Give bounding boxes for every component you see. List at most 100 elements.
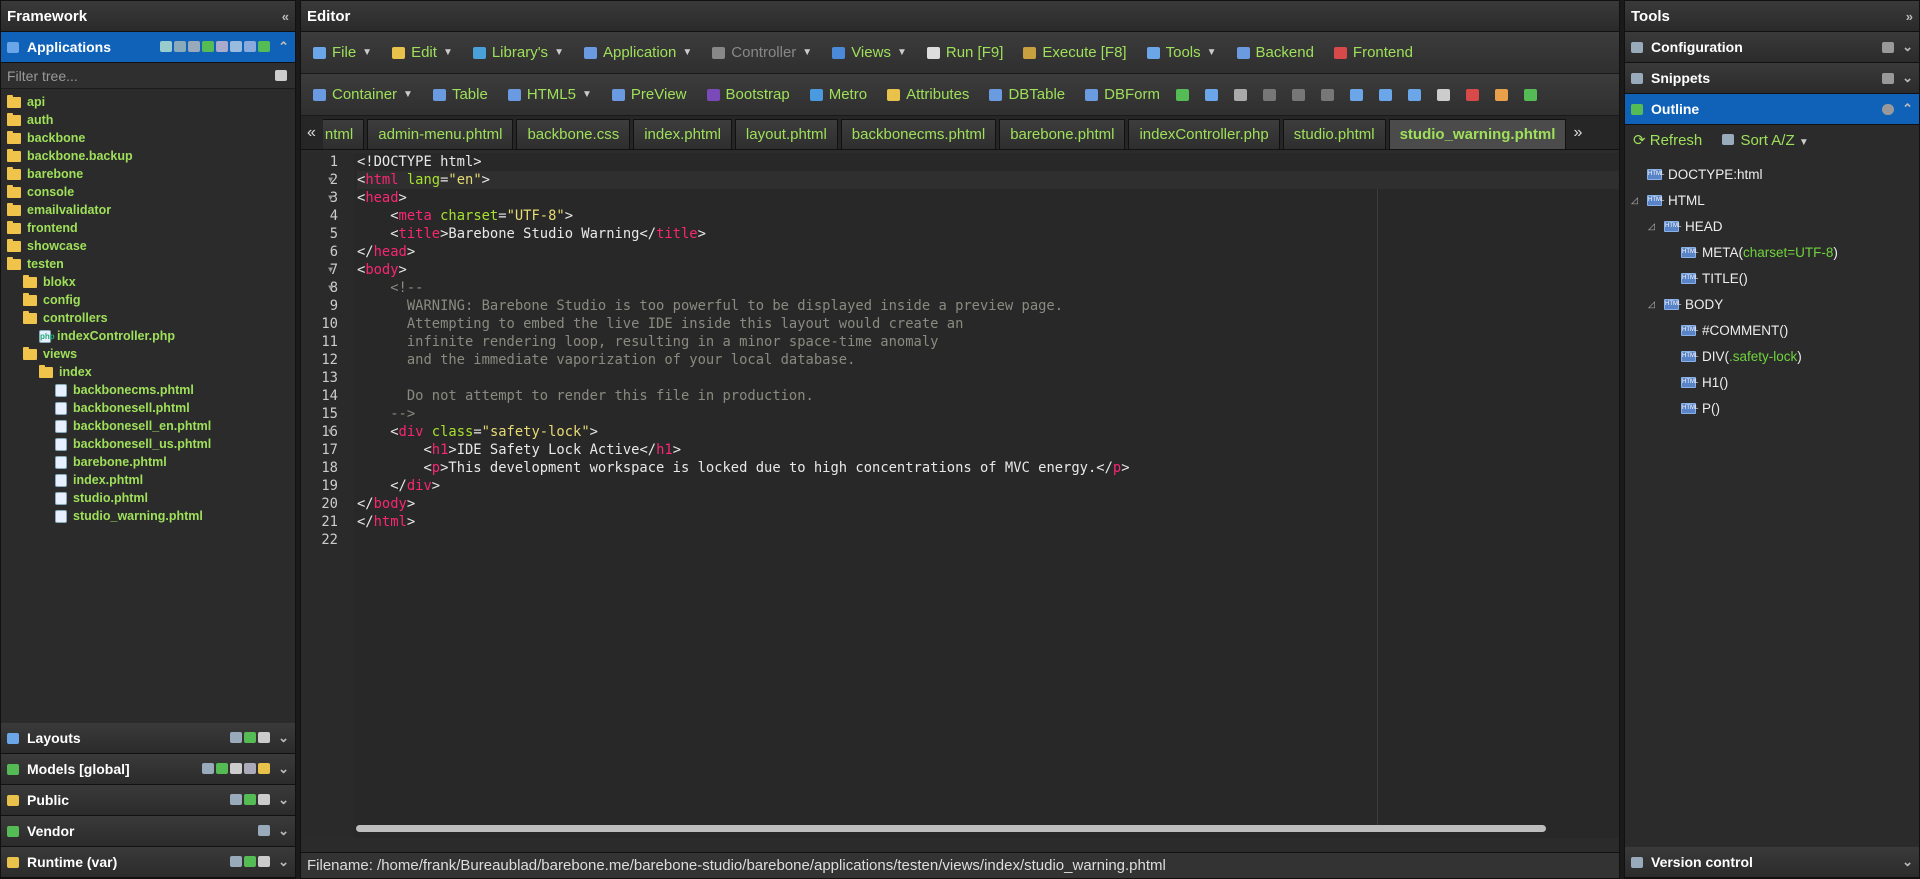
menu-tools[interactable]: Tools ▼ xyxy=(1146,44,1217,61)
tree-item[interactable]: index.phtml xyxy=(1,471,295,489)
code-line[interactable]: <div class="safety-lock"> xyxy=(357,423,1619,441)
menu-library-s[interactable]: Library's ▼ xyxy=(472,44,564,61)
tree-item[interactable]: studio_warning.phtml xyxy=(1,507,295,525)
tab-indexcontroller-php[interactable]: indexController.php xyxy=(1128,119,1280,149)
code-line[interactable]: <!-- xyxy=(357,279,1619,297)
menu-preview[interactable]: PreView xyxy=(611,86,687,103)
ordered-list-icon[interactable] xyxy=(1378,88,1392,101)
tree-item[interactable]: barebone xyxy=(1,165,295,183)
unordered-list-icon[interactable] xyxy=(1349,88,1363,101)
section-toolbar-icons[interactable] xyxy=(230,730,272,746)
tree-item[interactable]: console xyxy=(1,183,295,201)
code-lines[interactable]: <!DOCTYPE html> <html lang="en"> <head> <m… xyxy=(357,153,1619,549)
code-line[interactable]: </head> xyxy=(357,243,1619,261)
tree-item[interactable]: testen xyxy=(1,255,295,273)
code-line[interactable]: <body> xyxy=(357,261,1619,279)
tab-layout-phtml[interactable]: layout.phtml xyxy=(734,119,838,149)
code-line[interactable]: <html lang="en"> xyxy=(357,171,1619,189)
applications-toolbar-icons[interactable] xyxy=(160,39,272,55)
version-control-section-header[interactable]: Version control ⌄ xyxy=(1625,847,1919,878)
chevron-down-icon[interactable]: ⌄ xyxy=(278,823,289,839)
refresh-button[interactable]: ⟳ Refresh xyxy=(1633,131,1702,149)
section-header-layouts[interactable]: Layouts ⌄ xyxy=(1,723,295,754)
tree-item[interactable]: frontend xyxy=(1,219,295,237)
chevron-down-icon[interactable]: ⌄ xyxy=(278,730,289,746)
menu-container[interactable]: Container ▼ xyxy=(313,86,413,103)
menu-dbform[interactable]: DBForm xyxy=(1085,86,1160,103)
menu-metro[interactable]: Metro xyxy=(809,86,867,103)
tab-ntml[interactable]: ntml xyxy=(322,119,365,149)
menu-execute-f8[interactable]: Execute [F8] xyxy=(1023,44,1127,61)
tree-item[interactable]: views xyxy=(1,345,295,363)
fold-toggle-icon[interactable]: ▼ xyxy=(328,423,333,441)
code-line[interactable]: <!DOCTYPE html> xyxy=(357,153,1619,171)
code-line[interactable]: </html> xyxy=(357,513,1619,531)
code-line[interactable]: Attempting to embed the live IDE inside … xyxy=(357,315,1619,333)
code-line[interactable]: <title>Barebone Studio Warning</title> xyxy=(357,225,1619,243)
chevron-down-icon[interactable]: ⌄ xyxy=(278,792,289,808)
tab-backbonecms-phtml[interactable]: backbonecms.phtml xyxy=(840,119,997,149)
configuration-section-header[interactable]: Configuration ⌄ xyxy=(1625,32,1919,63)
tree-item[interactable]: backbonesell.phtml xyxy=(1,399,295,417)
chevron-down-icon[interactable]: ⌄ xyxy=(1902,854,1913,870)
tab-index-phtml[interactable]: index.phtml xyxy=(633,119,732,149)
chevron-down-icon[interactable]: ⌄ xyxy=(1902,39,1913,55)
menu-table[interactable]: Table xyxy=(432,86,488,103)
outline-node[interactable]: HTML TITLE() xyxy=(1631,265,1919,291)
sort-button[interactable]: Sort A/Z ▼ xyxy=(1722,132,1809,149)
section-toolbar-icons[interactable] xyxy=(230,792,272,808)
tab-studio-phtml[interactable]: studio.phtml xyxy=(1282,119,1386,149)
tree-item[interactable]: php indexController.php xyxy=(1,327,295,345)
expand-triangle-icon[interactable]: ◿ xyxy=(1648,299,1658,310)
section-header-vendor[interactable]: Vendor ⌄ xyxy=(1,816,295,847)
chevron-down-icon[interactable]: ⌄ xyxy=(1902,70,1913,86)
menu-backend[interactable]: Backend xyxy=(1236,44,1314,61)
expand-triangle-icon[interactable]: ◿ xyxy=(1648,221,1658,232)
outline-node[interactable]: HTML H1() xyxy=(1631,369,1919,395)
filter-tree-input[interactable]: Filter tree... xyxy=(1,63,295,89)
tree-item[interactable]: backbone xyxy=(1,129,295,147)
paragraph-icon[interactable] xyxy=(1407,88,1421,101)
eraser-icon[interactable] xyxy=(1436,88,1450,101)
scroll-tabs-left-icon[interactable]: « xyxy=(303,124,320,142)
code-line[interactable]: Do not attempt to render this file in pr… xyxy=(357,387,1619,405)
tree-item[interactable]: backbonesell_en.phtml xyxy=(1,417,295,435)
section-header-runtime-var[interactable]: Runtime (var) ⌄ xyxy=(1,847,295,878)
outline-node[interactable]: HTML P() xyxy=(1631,395,1919,421)
image-icon[interactable] xyxy=(1204,88,1218,101)
code-line[interactable] xyxy=(357,369,1619,387)
tree-item[interactable]: api xyxy=(1,93,295,111)
tab-backbone-css[interactable]: backbone.css xyxy=(516,119,631,149)
section-toolbar-icons[interactable] xyxy=(230,854,272,870)
edit-icon[interactable] xyxy=(1882,41,1895,53)
tree-item[interactable]: studio.phtml xyxy=(1,489,295,507)
warning-icon[interactable] xyxy=(1523,88,1537,101)
fold-toggle-icon[interactable]: ▼ xyxy=(328,261,333,279)
chevron-down-icon[interactable]: ⌄ xyxy=(278,854,289,870)
menu-run-f9[interactable]: Run [F9] xyxy=(926,44,1003,61)
code-line[interactable]: and the immediate vaporization of your l… xyxy=(357,351,1619,369)
collapse-right-icon[interactable]: » xyxy=(1906,9,1913,24)
code-line[interactable]: <meta charset="UTF-8"> xyxy=(357,207,1619,225)
outline-node[interactable]: ◿ HTML HEAD xyxy=(1631,213,1919,239)
outline-node[interactable]: ◿ HTML HTML xyxy=(1631,187,1919,213)
menu-file[interactable]: File ▼ xyxy=(313,44,372,61)
applications-section-header[interactable]: Applications ⌃ xyxy=(1,32,295,63)
code-line[interactable]: --> xyxy=(357,405,1619,423)
scroll-tabs-right-icon[interactable]: » xyxy=(1569,124,1586,142)
tree-item[interactable]: barebone.phtml xyxy=(1,453,295,471)
outline-node[interactable]: HTML META(charset=UTF-8) xyxy=(1631,239,1919,265)
fold-toggle-icon[interactable]: ▼ xyxy=(328,189,333,207)
code-line[interactable]: infinite rendering loop, resulting in a … xyxy=(357,333,1619,351)
tree-item[interactable]: blokx xyxy=(1,273,295,291)
document-icon[interactable] xyxy=(1465,88,1479,101)
tree-item[interactable]: backbone.backup xyxy=(1,147,295,165)
collapse-left-icon[interactable]: « xyxy=(282,9,289,24)
section-toolbar-icons[interactable] xyxy=(202,761,272,777)
code-line[interactable]: </div> xyxy=(357,477,1619,495)
tree-item[interactable]: showcase xyxy=(1,237,295,255)
tree-item[interactable]: emailvalidator xyxy=(1,201,295,219)
section-header-public[interactable]: Public ⌄ xyxy=(1,785,295,816)
code-line[interactable]: WARNING: Barebone Studio is too powerful… xyxy=(357,297,1619,315)
horizontal-scrollbar[interactable] xyxy=(356,825,1546,832)
